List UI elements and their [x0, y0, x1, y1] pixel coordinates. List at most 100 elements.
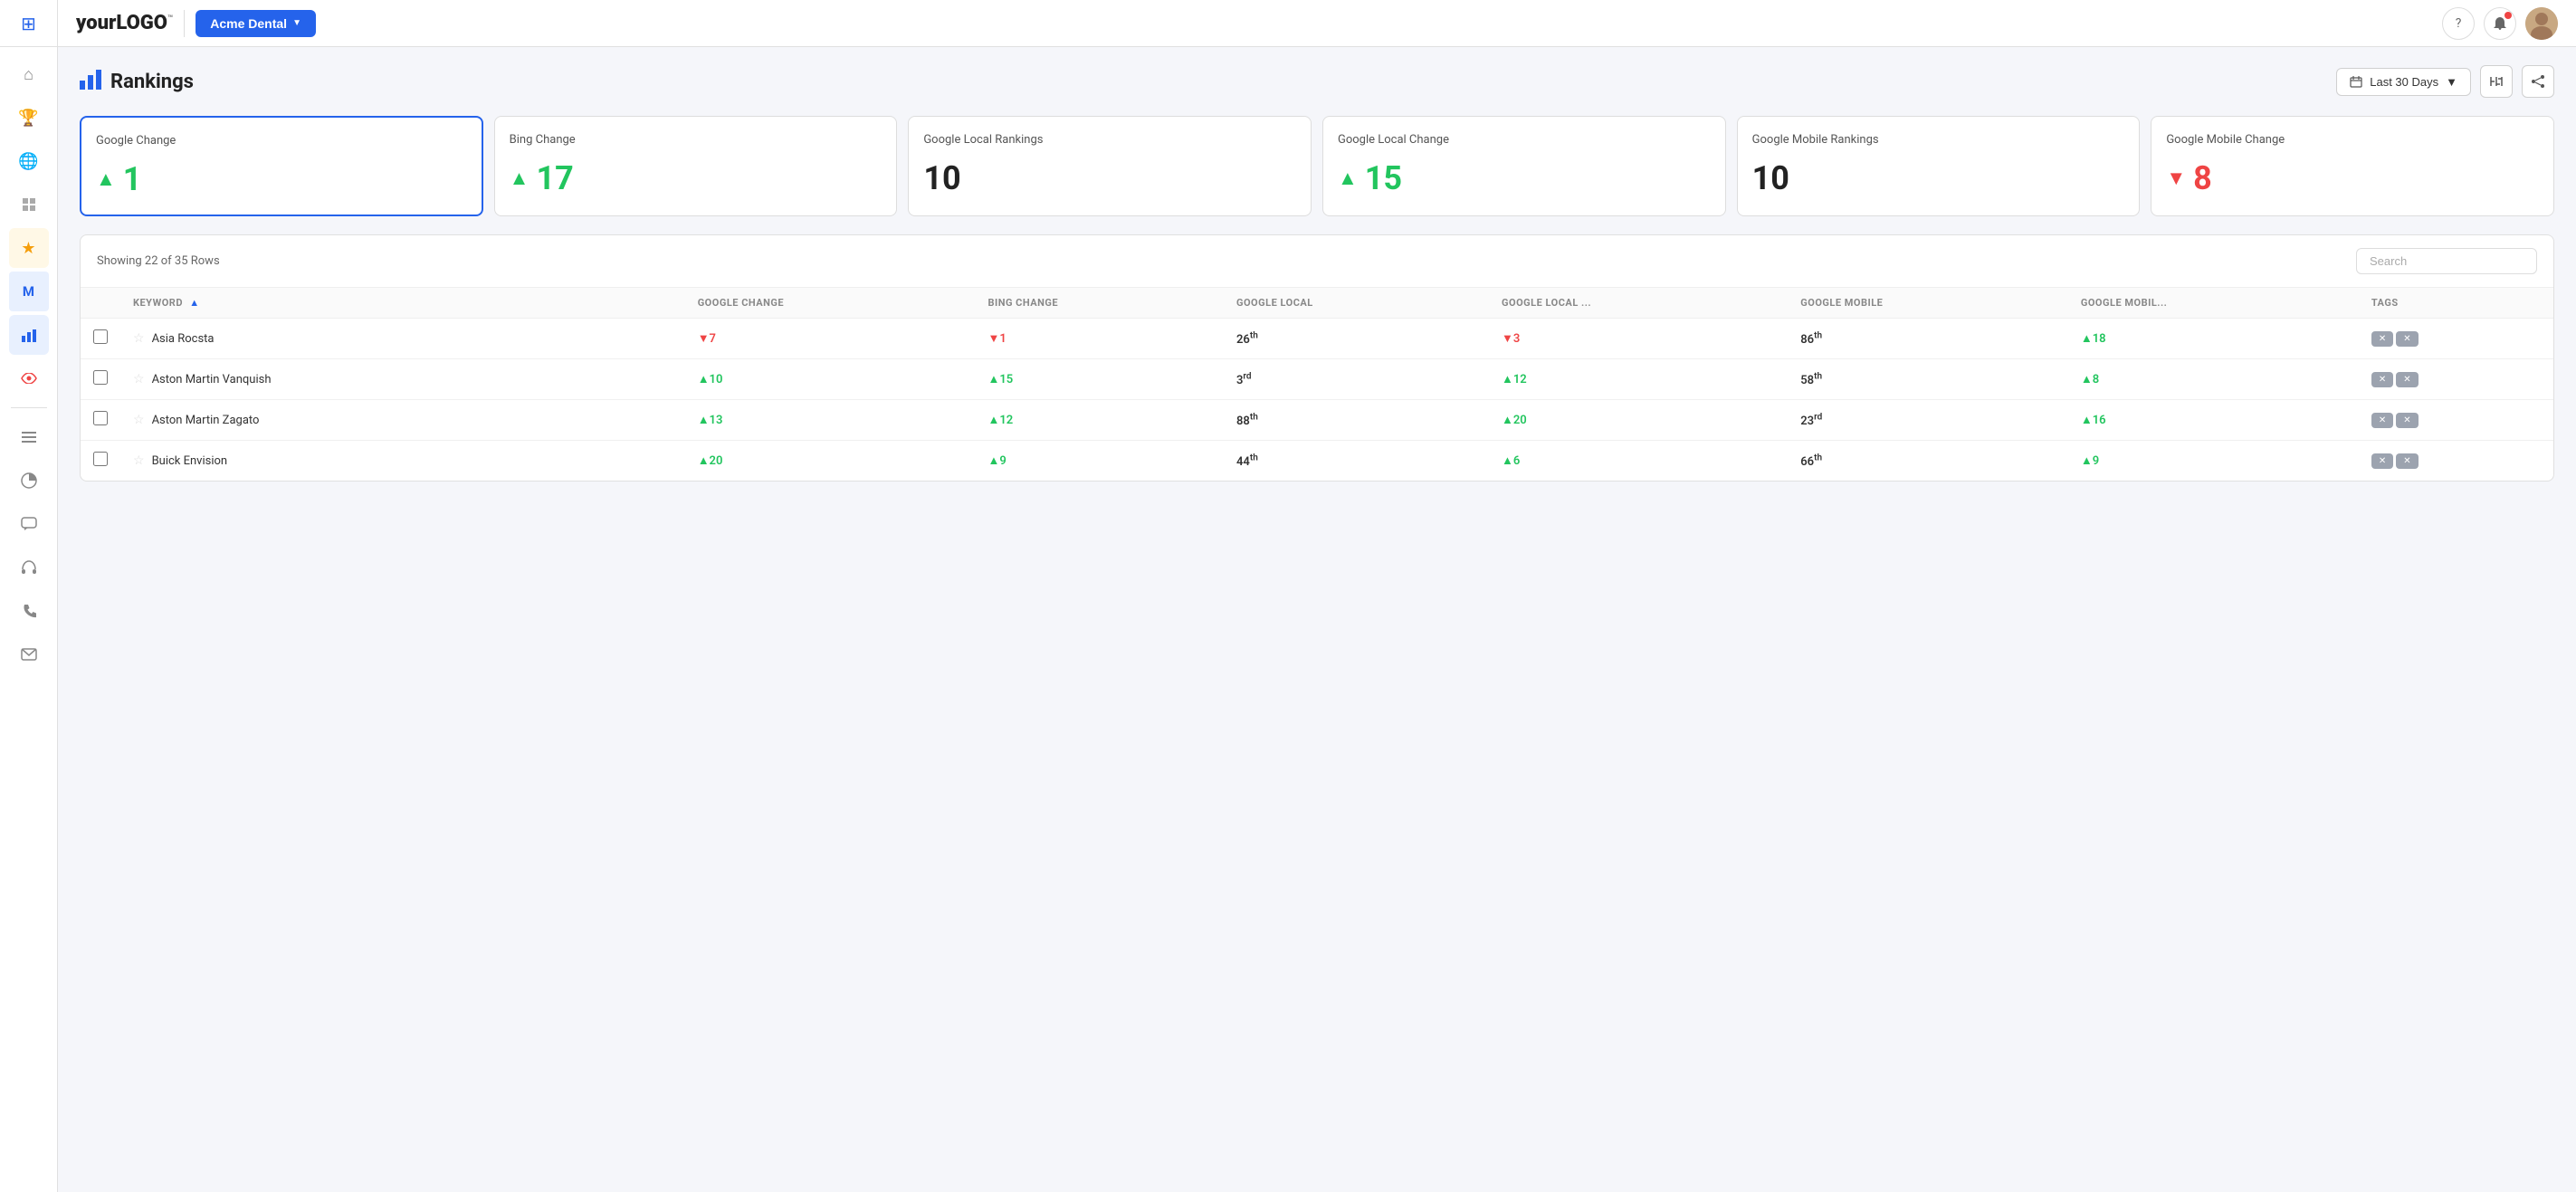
- google-change-cell: ▲10: [685, 359, 976, 400]
- google-local-change-value: ▲12: [1502, 373, 1527, 386]
- sidebar-item-trophy[interactable]: 🏆: [9, 98, 49, 138]
- stat-card-google-change[interactable]: Google Change ▲ 1: [80, 116, 483, 216]
- sidebar-item-headphone[interactable]: [9, 548, 49, 587]
- th-keyword[interactable]: KEYWORD ▲: [120, 288, 685, 319]
- stat-card-label: Google Local Rankings: [923, 133, 1296, 147]
- sidebar-item-layers[interactable]: [9, 185, 49, 224]
- table-section: Showing 22 of 35 Rows KEYWORD ▲GOOGLE CH…: [80, 234, 2554, 482]
- stat-card-value: ▲ 1: [96, 160, 467, 198]
- stat-card-value: 10: [923, 159, 1296, 197]
- sidebar-item-pie[interactable]: [9, 461, 49, 501]
- stat-card-value: ▲ 15: [1338, 159, 1711, 197]
- top-header: yourLOGO™ Acme Dental ▼ ?: [58, 0, 2576, 47]
- bing-change-value: ▲9: [987, 454, 1006, 468]
- row-checkbox[interactable]: [93, 329, 108, 344]
- sidebar-item-chat[interactable]: [9, 504, 49, 544]
- arrow-up-icon: ▲: [510, 167, 530, 190]
- table-row: ☆Asia Rocsta▼7▼126th▼386th▲18✕✕: [81, 319, 2553, 359]
- google-mobile-change-cell: ▲18: [2068, 319, 2359, 359]
- google-mobile-change-value: ▲16: [2081, 414, 2106, 427]
- keyword-cell: ☆ Aston Martin Zagato: [120, 400, 685, 441]
- stat-card-number: 10: [923, 159, 960, 197]
- tag-button[interactable]: ✕: [2371, 413, 2393, 428]
- sidebar-item-home[interactable]: ⌂: [9, 54, 49, 94]
- sidebar-item-m[interactable]: M: [9, 272, 49, 311]
- google-change-value: ▼7: [698, 332, 716, 346]
- arrow-down-icon: ▼: [2166, 167, 2186, 190]
- app-logo: yourLOGO™: [76, 12, 173, 34]
- sidebar-item-list[interactable]: [9, 417, 49, 457]
- stat-card-google-mobile-change[interactable]: Google Mobile Change ▼ 8: [2151, 116, 2554, 216]
- stat-card-google-local-rankings[interactable]: Google Local Rankings 10: [908, 116, 1312, 216]
- stat-card-google-mobile-rankings[interactable]: Google Mobile Rankings 10: [1737, 116, 2141, 216]
- google-local-cell: 26th: [1224, 319, 1489, 359]
- sidebar-logo-icon: ⊞: [21, 13, 36, 34]
- tags-cell: ✕✕: [2359, 319, 2553, 359]
- bing-change-cell: ▲15: [975, 359, 1224, 400]
- tag-button[interactable]: ✕: [2371, 453, 2393, 469]
- sidebar-nav: ⌂ 🏆 🌐 ★ M: [9, 47, 49, 1192]
- sidebar-item-phone[interactable]: [9, 591, 49, 631]
- star-icon[interactable]: ☆: [133, 331, 145, 346]
- user-avatar[interactable]: [2525, 7, 2558, 40]
- tag-x-icon: ✕: [2379, 415, 2386, 425]
- row-checkbox[interactable]: [93, 411, 108, 425]
- th-google-local-: GOOGLE LOCAL ...: [1489, 288, 1788, 319]
- help-button[interactable]: ?: [2442, 7, 2475, 40]
- google-mobile-cell: 66th: [1788, 441, 2068, 482]
- keyword-cell: ☆Asia Rocsta: [120, 319, 685, 359]
- bing-change-value: ▲15: [987, 373, 1013, 386]
- tag-button[interactable]: ✕: [2396, 331, 2418, 347]
- keyword-cell: ☆Aston Martin Vanquish: [120, 359, 685, 400]
- google-mobile-value: 58th: [1800, 374, 1822, 387]
- page-header: Rankings Last 30 Days ▼: [80, 65, 2554, 98]
- google-local-value: 26th: [1236, 333, 1258, 347]
- stat-card-bing-change[interactable]: Bing Change ▲ 17: [494, 116, 898, 216]
- stat-card-number: 17: [536, 159, 573, 197]
- bing-change-value: ▲12: [987, 414, 1013, 427]
- stat-card-number: 15: [1365, 159, 1402, 197]
- sidebar-item-globe[interactable]: 🌐: [9, 141, 49, 181]
- tags-cell: ✕✕: [2359, 359, 2553, 400]
- search-input[interactable]: [2356, 248, 2537, 274]
- row-checkbox[interactable]: [93, 370, 108, 385]
- sidebar-item-chart[interactable]: [9, 315, 49, 355]
- table-row: ☆Aston Martin Vanquish▲10▲153rd▲1258th▲8…: [81, 359, 2553, 400]
- star-icon[interactable]: ☆: [133, 453, 145, 468]
- tag-button[interactable]: ✕: [2371, 331, 2393, 347]
- date-range-button[interactable]: Last 30 Days ▼: [2336, 68, 2471, 96]
- tag-button[interactable]: ✕: [2396, 372, 2418, 387]
- tag-button[interactable]: ✕: [2396, 413, 2418, 428]
- tag-x-icon: ✕: [2379, 375, 2386, 385]
- columns-button[interactable]: [2480, 65, 2513, 98]
- share-button[interactable]: [2522, 65, 2554, 98]
- star-icon[interactable]: ☆: [133, 413, 145, 427]
- tags-cell: ✕✕: [2359, 400, 2553, 441]
- tag-button[interactable]: ✕: [2396, 453, 2418, 469]
- app-container: ⊞ ⌂ 🏆 🌐 ★ M: [0, 0, 2576, 1192]
- row-checkbox[interactable]: [93, 452, 108, 466]
- sidebar-item-eye[interactable]: [9, 358, 49, 398]
- table-row: ☆Aston Martin Zagato▲13▲1288th▲2023rd▲16…: [81, 400, 2553, 441]
- keyword-name: Buick Envision: [152, 454, 228, 468]
- google-mobile-value: 86th: [1800, 333, 1822, 347]
- keyword-cell: ☆ Buick Envision: [120, 441, 685, 482]
- star-icon[interactable]: ☆: [133, 372, 145, 386]
- stat-card-google-local-change[interactable]: Google Local Change ▲ 15: [1322, 116, 1726, 216]
- notification-button[interactable]: [2484, 7, 2516, 40]
- google-change-cell: ▲20: [685, 441, 976, 482]
- google-local-cell: 88th: [1224, 400, 1489, 441]
- stat-card-label: Google Mobile Rankings: [1752, 133, 2125, 147]
- client-selector-button[interactable]: Acme Dental ▼: [196, 10, 316, 37]
- google-local-value: 44th: [1236, 455, 1258, 469]
- keyword-name: Aston Martin Zagato: [152, 414, 260, 427]
- google-mobile-change-value: ▲9: [2081, 454, 2099, 468]
- tag-button[interactable]: ✕: [2371, 372, 2393, 387]
- google-mobile-change-cell: ▲16: [2068, 400, 2359, 441]
- sidebar-item-mail[interactable]: [9, 634, 49, 674]
- sidebar-item-star[interactable]: ★: [9, 228, 49, 268]
- google-local-change-value: ▼3: [1502, 332, 1520, 346]
- stat-card-number: 10: [1752, 159, 1789, 197]
- logo-area: yourLOGO™ Acme Dental ▼: [76, 10, 316, 37]
- google-local-change-cell: ▲6: [1489, 441, 1788, 482]
